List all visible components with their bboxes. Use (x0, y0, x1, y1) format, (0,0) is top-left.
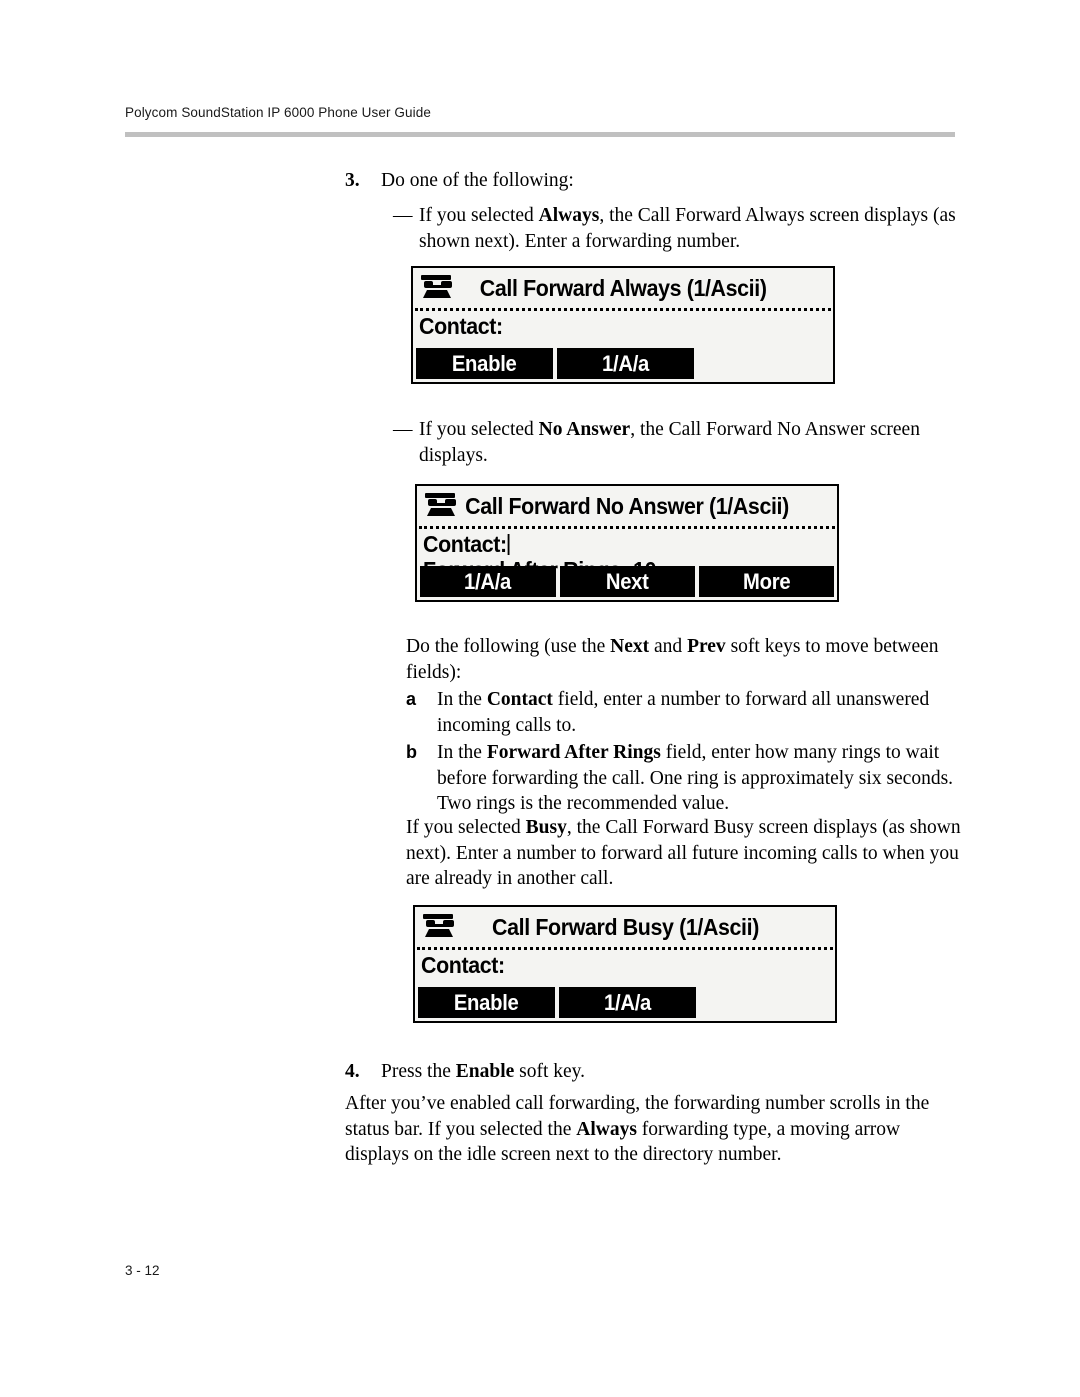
do-following-mid: and (649, 636, 688, 657)
bullet-no-answer-post: , the Call Forward No Answer screen (630, 419, 920, 440)
softkey-next[interactable]: Next (559, 566, 696, 597)
final-line2-pre: status bar. If you selected the (345, 1118, 577, 1140)
softkey-1aa[interactable]: 1/A/a (557, 348, 694, 379)
busy-bold: Busy (525, 817, 567, 838)
softkey-1aa[interactable]: 1/A/a (420, 566, 556, 597)
busy-pre: If you selected (406, 817, 526, 838)
sub-item-b-text: In the Forward After Rings field, enter … (437, 740, 986, 817)
bullet-always-bold: Always (538, 205, 600, 226)
lcd-screen-call-forward-busy: Call Forward Busy (1/Ascii) Contact: Ena… (413, 905, 837, 1023)
item-b-line3: Two rings is the recommended value. (437, 793, 730, 814)
step-4-pre: Press the (381, 1061, 456, 1082)
lcd-title-row: Call Forward Busy (1/Ascii) (415, 907, 835, 947)
busy-line2: next). Enter a number to forward all fut… (406, 842, 959, 864)
lcd-softkey-bar: Enable 1/A/a (416, 348, 830, 379)
step-3-text: Do one of the following: (381, 170, 574, 191)
step-4-post: soft key. (514, 1061, 586, 1082)
item-a-pre: In the (437, 689, 487, 710)
item-a-bold: Contact (486, 689, 553, 710)
lcd-title: Call Forward Busy (1/Ascii) (491, 913, 759, 940)
softkey-enable[interactable]: Enable (418, 987, 555, 1018)
lcd-softkey-bar: 1/A/a Next More (420, 566, 834, 597)
lcd-screen-call-forward-always: Call Forward Always (1/Ascii) Contact: E… (411, 266, 835, 384)
lcd-field-contact-label: Contact: (423, 531, 507, 557)
bullet-no-answer-text: If you selected No Answer, the Call Forw… (419, 417, 973, 468)
bullet-no-answer: — If you selected No Answer, the Call Fo… (393, 417, 973, 468)
desk-phone-icon (425, 493, 456, 516)
bullet-always-text: If you selected Always, the Call Forward… (419, 203, 973, 254)
header-title: Polycom SoundStation IP 6000 Phone User … (125, 105, 431, 120)
softkey-1aa[interactable]: 1/A/a (559, 987, 696, 1018)
lcd-softkey-bar: Enable 1/A/a (418, 987, 832, 1018)
do-following-bold-prev: Prev (687, 636, 726, 657)
lcd-title: Call Forward Always (1/Ascii) (479, 274, 767, 301)
busy-post: , the Call Forward Busy screen displays … (566, 817, 961, 838)
sub-item-b: b In the Forward After Rings field, ente… (406, 740, 986, 817)
item-a-post: field, enter a number to forward all una… (552, 689, 930, 710)
busy-paragraph: If you selected Busy, the Call Forward B… (406, 815, 984, 892)
page-number: 3 - 12 (125, 1263, 160, 1278)
item-a-line2: incoming calls to. (437, 714, 577, 736)
softkey-more[interactable]: More (699, 566, 834, 597)
do-the-following-paragraph: Do the following (use the Next and Prev … (406, 634, 976, 685)
bullet-no-answer-line2: displays. (419, 444, 488, 466)
step-3: 3. Do one of the following: (345, 168, 965, 194)
page-footer: 3 - 12 (125, 1263, 160, 1278)
bullet-always-pre: If you selected (419, 205, 539, 226)
step-3-number: 3. (345, 170, 360, 191)
lcd-screen-call-forward-no-answer: Call Forward No Answer (1/Ascii) Contact… (415, 484, 839, 602)
bullet-always: — If you selected Always, the Call Forwa… (393, 203, 973, 254)
sub-item-b-marker: b (406, 742, 417, 762)
text-cursor (507, 534, 510, 555)
bullet-always-post: , the Call Forward Always screen display… (599, 205, 929, 226)
sub-item-a: a In the Contact field, enter a number t… (406, 687, 981, 738)
step-4-text: Press the Enable soft key. (381, 1059, 965, 1085)
do-following-pre: Do the following (use the (406, 636, 611, 657)
final-line2-bold: Always (576, 1118, 637, 1140)
bullet-no-answer-pre: If you selected (419, 419, 539, 440)
sub-item-a-text: In the Contact field, enter a number to … (437, 687, 981, 738)
item-b-line2: before forwarding the call. One ring is … (437, 767, 954, 789)
lcd-field-contact-label: Contact: (419, 313, 503, 339)
bullet-always-marker: — (393, 205, 413, 226)
bullet-no-answer-marker: — (393, 419, 413, 440)
page-header: Polycom SoundStation IP 6000 Phone User … (125, 105, 955, 137)
step-4-bold: Enable (455, 1061, 515, 1082)
do-following-bold-next: Next (610, 636, 650, 657)
desk-phone-icon (421, 275, 452, 298)
step-4-number: 4. (345, 1061, 360, 1082)
lcd-field-contact-label: Contact: (421, 952, 505, 978)
bullet-no-answer-bold: No Answer (538, 419, 631, 440)
header-rule (125, 132, 955, 137)
do-following-line2: fields): (406, 661, 462, 683)
final-paragraph: After you’ve enabled call forwarding, th… (345, 1091, 945, 1168)
final-line3: displays on the idle screen next to the … (345, 1144, 782, 1165)
lcd-title-row: Call Forward Always (1/Ascii) (413, 268, 833, 308)
lcd-fields: Contact: (415, 950, 835, 978)
busy-line3: are already in another call. (406, 868, 614, 889)
item-b-pre: In the (437, 742, 487, 763)
item-b-post: field, enter how many rings to wait (660, 742, 940, 763)
step-4: 4. Press the Enable soft key. (345, 1059, 965, 1085)
sub-item-a-marker: a (406, 689, 417, 709)
do-following-post: soft keys to move between (725, 636, 939, 657)
lcd-title: Call Forward No Answer (1/Ascii) (465, 492, 789, 519)
final-line2-post: forwarding type, a moving arrow (636, 1118, 901, 1140)
lcd-field-contact[interactable]: Contact: (419, 313, 804, 339)
lcd-title-row: Call Forward No Answer (1/Ascii) (417, 486, 837, 526)
desk-phone-icon (423, 914, 454, 937)
lcd-field-contact[interactable]: Contact: (421, 952, 806, 978)
item-b-bold: Forward After Rings (486, 742, 661, 763)
lcd-fields: Contact: (413, 311, 833, 339)
lcd-field-contact[interactable]: Contact: (423, 531, 808, 557)
softkey-enable[interactable]: Enable (416, 348, 553, 379)
final-line1: After you’ve enabled call forwarding, th… (345, 1093, 930, 1114)
